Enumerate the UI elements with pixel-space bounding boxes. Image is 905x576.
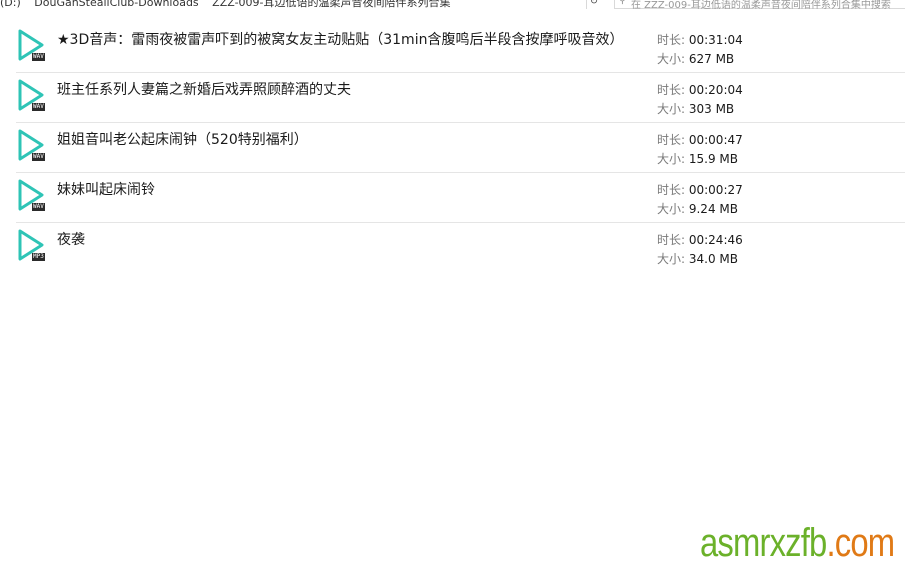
search-icon: ⚲ <box>619 0 626 6</box>
duration-value: 00:24:46 <box>688 233 743 247</box>
audio-file-icon: MP3 <box>16 228 52 266</box>
refresh-button[interactable]: ↻ <box>586 0 601 9</box>
file-size: 大小: 303 MB <box>657 100 734 117</box>
duration-value: 00:31:04 <box>688 33 743 47</box>
file-name[interactable]: 班主任系列人妻篇之新婚后戏弄照顾醉酒的丈夫 <box>57 79 645 99</box>
duration-value: 00:00:47 <box>688 133 743 147</box>
size-label: 大小: <box>657 102 689 116</box>
file-duration: 时长: 00:00:47 <box>657 131 743 148</box>
size-value: 9.24 MB <box>688 202 738 216</box>
file-type-badge: MP3 <box>32 253 45 261</box>
size-value: 34.0 MB <box>688 252 738 266</box>
file-list: WAV ★3D音声：雷雨夜被雷声吓到的被窝女友主动贴贴（31min含腹鸣后半段含… <box>16 23 905 272</box>
audio-file-icon: WAV <box>16 28 52 66</box>
file-size: 大小: 34.0 MB <box>657 250 738 267</box>
size-value: 303 MB <box>688 102 735 116</box>
file-size: 大小: 15.9 MB <box>657 150 738 167</box>
audio-file-icon: WAV <box>16 178 52 216</box>
duration-value: 00:00:27 <box>688 183 743 197</box>
file-name[interactable]: 姐姐音叫老公起床闹钟（520特别福利） <box>57 129 645 149</box>
size-label: 大小: <box>657 152 689 166</box>
list-item[interactable]: WAV ★3D音声：雷雨夜被雷声吓到的被窝女友主动贴贴（31min含腹鸣后半段含… <box>16 23 905 73</box>
file-size: 大小: 627 MB <box>657 50 734 67</box>
file-type-badge: WAV <box>32 103 45 111</box>
file-duration: 时长: 00:31:04 <box>657 31 743 48</box>
file-size: 大小: 9.24 MB <box>657 200 738 217</box>
search-input[interactable]: ⚲ 在 ZZZ-009-耳边低语的温柔声音夜间陪伴系列合集中搜索 <box>614 0 905 9</box>
watermark-site: asmrxzfb <box>700 521 827 565</box>
list-item[interactable]: WAV 妹妹叫起床闹铃 时长: 00:00:27 大小: 9.24 MB <box>16 173 905 223</box>
size-value: 15.9 MB <box>688 152 738 166</box>
duration-label: 时长: <box>657 133 689 147</box>
file-name[interactable]: ★3D音声：雷雨夜被雷声吓到的被窝女友主动贴贴（31min含腹鸣后半段含按摩呼吸… <box>57 29 645 49</box>
breadcrumb-item[interactable]: (D:) <box>0 0 21 9</box>
duration-value: 00:20:04 <box>688 83 743 97</box>
audio-file-icon: WAV <box>16 78 52 116</box>
search-placeholder: 在 ZZZ-009-耳边低语的温柔声音夜间陪伴系列合集中搜索 <box>631 0 891 9</box>
file-duration: 时长: 00:00:27 <box>657 181 743 198</box>
duration-label: 时长: <box>657 233 689 247</box>
address-bar: (D:) DouGanSteallClub-Downloads ZZZ-009-… <box>0 0 905 9</box>
watermark: asmrxzfb.com <box>700 518 895 568</box>
list-item[interactable]: MP3 夜袭 时长: 00:24:46 大小: 34.0 MB <box>16 223 905 272</box>
file-type-badge: WAV <box>32 153 45 161</box>
file-name[interactable]: 妹妹叫起床闹铃 <box>57 179 645 199</box>
file-name[interactable]: 夜袭 <box>57 229 645 249</box>
list-item[interactable]: WAV 班主任系列人妻篇之新婚后戏弄照顾醉酒的丈夫 时长: 00:20:04 大… <box>16 73 905 123</box>
watermark-tld: .com <box>826 521 895 565</box>
audio-file-icon: WAV <box>16 128 52 166</box>
file-type-badge: WAV <box>32 203 45 211</box>
file-duration: 时长: 00:24:46 <box>657 231 743 248</box>
duration-label: 时长: <box>657 183 689 197</box>
size-label: 大小: <box>657 202 689 216</box>
breadcrumb-item[interactable]: DouGanSteallClub-Downloads <box>34 0 198 9</box>
breadcrumb: (D:) DouGanSteallClub-Downloads ZZZ-009-… <box>0 0 600 9</box>
size-label: 大小: <box>657 52 689 66</box>
duration-label: 时长: <box>657 83 689 97</box>
file-type-badge: WAV <box>32 53 45 61</box>
breadcrumb-item[interactable]: ZZZ-009-耳边低语的温柔声音夜间陪伴系列合集 <box>212 0 450 9</box>
size-value: 627 MB <box>688 52 735 66</box>
list-item[interactable]: WAV 姐姐音叫老公起床闹钟（520特别福利） 时长: 00:00:47 大小:… <box>16 123 905 173</box>
file-duration: 时长: 00:20:04 <box>657 81 743 98</box>
refresh-icon: ↻ <box>589 0 599 7</box>
duration-label: 时长: <box>657 33 689 47</box>
size-label: 大小: <box>657 252 689 266</box>
